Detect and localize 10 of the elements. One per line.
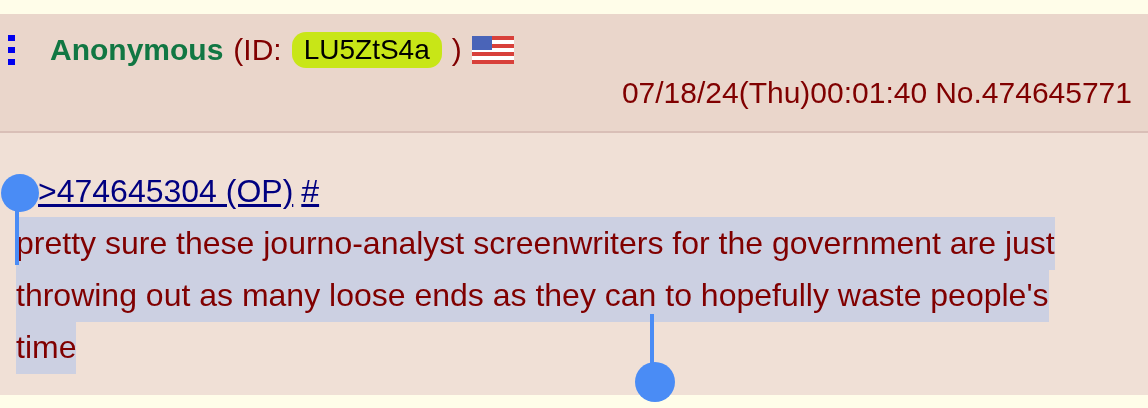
quote-link[interactable]: >474645304 (OP)	[38, 171, 294, 211]
menu-icon[interactable]	[8, 35, 16, 65]
flag-icon	[471, 36, 514, 64]
anchor-link[interactable]: #	[301, 171, 320, 211]
id-label: (ID:	[233, 33, 282, 67]
post-datetime: 07/18/24(Thu)00:01:40	[621, 76, 928, 110]
id-close: )	[451, 33, 462, 67]
poster-name: Anonymous	[50, 33, 224, 67]
poster-id[interactable]: LU5ZtS4a	[291, 32, 442, 68]
post-number[interactable]: No.474645771	[935, 76, 1132, 110]
